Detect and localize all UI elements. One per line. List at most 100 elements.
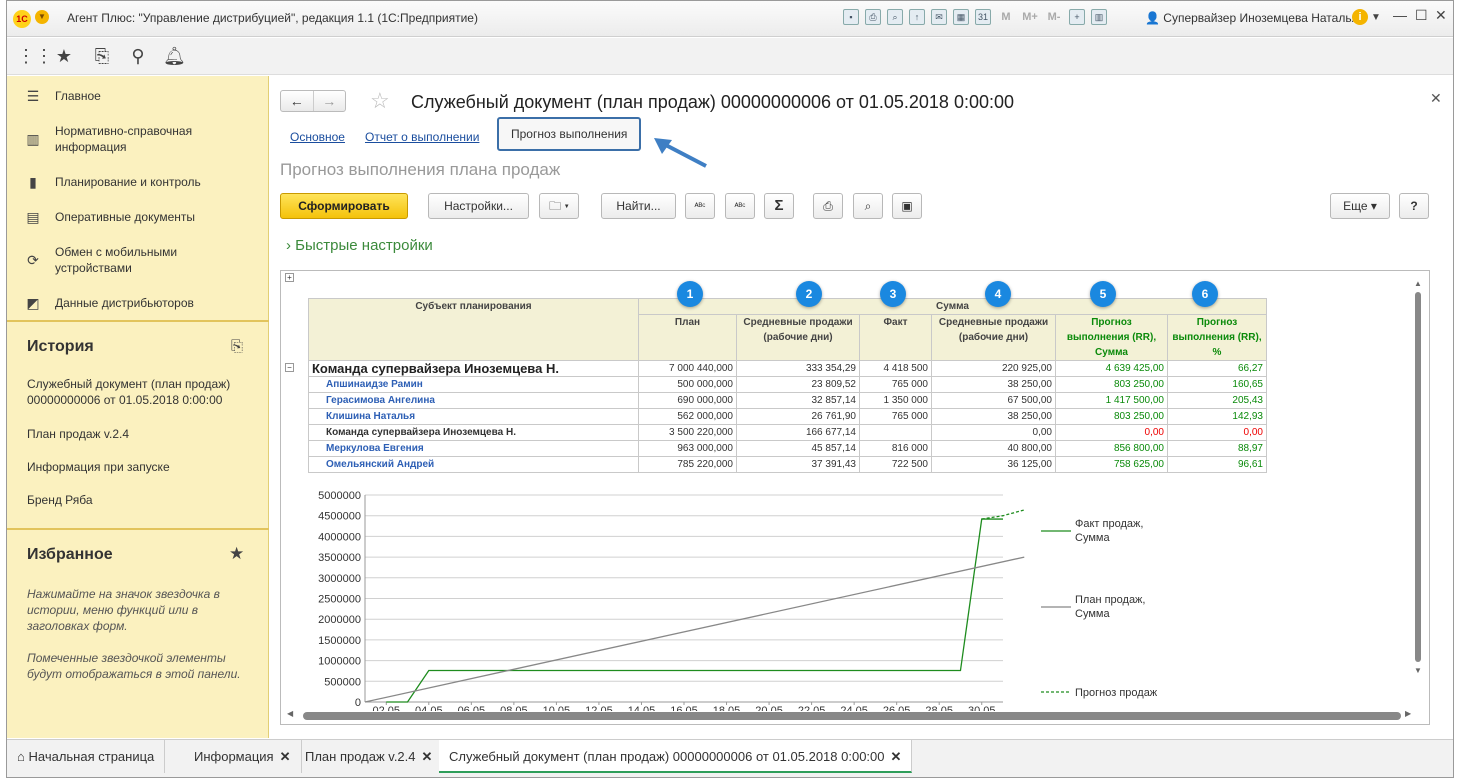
vertical-scroll-thumb[interactable] <box>1415 292 1421 662</box>
app-logo-icon[interactable]: 1С <box>13 10 31 28</box>
print-icon[interactable]: ⎙ <box>865 9 881 25</box>
scroll-right-icon[interactable]: ▶ <box>1405 709 1411 718</box>
save-icon[interactable]: ▣ <box>892 193 922 219</box>
history-item[interactable]: Информация при запуске <box>27 459 257 475</box>
save-icon[interactable]: ▪ <box>843 9 859 25</box>
close-tab-icon[interactable]: ✕ <box>891 749 902 764</box>
sidebar-item-documents[interactable]: Оперативные документы <box>55 209 255 225</box>
memory-plus-button[interactable]: M+ <box>1021 11 1039 23</box>
replace-abc-icon[interactable]: ᴬᴮᶜ <box>725 193 755 219</box>
y-tick-label: 3000000 <box>318 573 361 585</box>
quick-settings-toggle[interactable]: › Быстрые настройки <box>286 237 433 254</box>
x-tick-label: 30.05 <box>968 705 996 711</box>
preview-icon[interactable]: ⌕ <box>853 193 883 219</box>
calendar-icon[interactable]: 31 <box>975 9 991 25</box>
info-icon[interactable]: i <box>1352 9 1368 25</box>
close-tab-icon[interactable]: ✕ <box>422 749 433 764</box>
history-item[interactable]: Служебный документ (план продаж) 0000000… <box>27 376 257 408</box>
sidebar-item-main[interactable]: Главное <box>55 88 255 104</box>
y-tick-label: 4500000 <box>318 511 361 523</box>
find-button[interactable]: Найти... <box>601 193 676 219</box>
tab-report[interactable]: Отчет о выполнении <box>365 130 479 144</box>
forecast-pct-cell: 96,61 <box>1167 456 1267 473</box>
calculator-icon[interactable]: ▦ <box>953 9 969 25</box>
collapse-group-icon[interactable]: − <box>285 363 294 372</box>
bottom-tab-home[interactable]: ⌂ Начальная страница <box>7 740 166 773</box>
forecast-pct-cell: 142,93 <box>1167 408 1267 425</box>
history-item[interactable]: Бренд Ряба <box>27 492 257 508</box>
memory-button[interactable]: M <box>997 11 1015 23</box>
scroll-down-icon[interactable]: ▼ <box>1413 666 1423 675</box>
tab-main[interactable]: Основное <box>290 130 345 144</box>
scroll-up-icon[interactable]: ▲ <box>1413 279 1423 288</box>
help-button[interactable]: ? <box>1399 193 1429 219</box>
search-icon[interactable]: ⚲ <box>127 46 149 67</box>
info-dropdown-icon[interactable]: ▼ <box>1371 12 1381 23</box>
forecast-sum-cell: 803 250,00 <box>1055 376 1168 393</box>
sidebar-item-mobile-exchange[interactable]: Обмен с мобильными устройствами <box>55 244 255 276</box>
y-tick-label: 1500000 <box>318 635 361 647</box>
table-row[interactable]: Клишина Наталья 562 000,000 26 761,90 765 0… <box>308 408 1267 425</box>
bottom-tab-document[interactable]: Служебный документ (план продаж) 0000000… <box>439 740 913 773</box>
sum-button[interactable]: Σ <box>764 193 794 219</box>
notifications-bell-icon[interactable]: 🔔︎ <box>163 46 186 67</box>
print-icon[interactable]: ⎙ <box>813 193 843 219</box>
generate-button[interactable]: Сформировать <box>280 193 408 219</box>
close-form-icon[interactable]: ✕ <box>1430 90 1442 107</box>
table-row[interactable]: Герасимова Ангелина 690 000,000 32 857,14 1… <box>308 392 1267 409</box>
close-tab-icon[interactable]: ✕ <box>280 749 291 764</box>
scroll-left-icon[interactable]: ◀ <box>287 709 293 718</box>
bottom-tab-plan[interactable]: План продаж v.2.4 ✕ <box>295 740 444 773</box>
bottom-tab-info[interactable]: Информация ✕ <box>184 740 302 773</box>
back-arrow-icon[interactable]: ← <box>281 91 313 111</box>
sidebar-item-planning[interactable]: Планирование и контроль <box>55 174 255 190</box>
maximize-icon[interactable]: ☐ <box>1415 7 1428 24</box>
upload-icon[interactable]: ↑ <box>909 9 925 25</box>
table-row[interactable]: Команда супервайзера Иноземцева Н. 7 000 … <box>308 360 1267 377</box>
sidebar-item-catalogs[interactable]: Нормативно-справочная информация <box>55 123 255 155</box>
main-menu-dropdown-icon[interactable]: ▼ <box>35 10 49 24</box>
history-title: История <box>27 338 94 355</box>
forecast-sum-cell: 4 639 425,00 <box>1055 360 1168 377</box>
subject-cell: Герасимова Ангелина <box>308 392 639 409</box>
vertical-scrollbar[interactable]: ▲ ▼ <box>1413 279 1423 699</box>
menu-icon: ☰ <box>26 88 40 104</box>
memory-minus-button[interactable]: M- <box>1045 11 1063 23</box>
user-name[interactable]: 👤 Супервайзер Иноземцева Наталья <box>1145 11 1358 25</box>
tab-forecast[interactable]: Прогноз выполнения <box>497 117 642 151</box>
x-tick-label: 16.05 <box>670 705 698 711</box>
more-button[interactable]: Еще ▾ <box>1330 193 1390 219</box>
table-row[interactable]: Апшинаидзе Рамин 500 000,000 23 809,52 765 … <box>308 376 1267 393</box>
subject-cell: Команда супервайзера Иноземцева Н. <box>308 360 639 377</box>
sidebar-item-distributors[interactable]: Данные дистрибьюторов <box>55 295 255 311</box>
forward-arrow-icon[interactable]: → <box>312 91 346 111</box>
close-window-icon[interactable]: ✕ <box>1435 7 1447 24</box>
subject-cell: Клишина Наталья <box>308 408 639 425</box>
variant-dropdown-button[interactable]: 🗀 ▾ <box>539 193 579 219</box>
minimize-icon[interactable]: — <box>1393 7 1407 23</box>
table-row[interactable]: Меркулова Евгения 963 000,000 45 857,14 816… <box>308 440 1267 457</box>
series-line <box>981 509 1025 520</box>
find-abc-icon[interactable]: ᴬᴮᶜ <box>685 193 715 219</box>
x-tick-label: 08.05 <box>500 705 528 711</box>
section-panel: ⋮⋮ ★ ⎘ ⚲ 🔔︎ <box>7 38 1453 75</box>
history-item[interactable]: План продаж v.2.4 <box>27 426 257 442</box>
settings-button[interactable]: Настройки... <box>428 193 529 219</box>
history-list-icon[interactable]: ⎘ <box>231 338 243 355</box>
expand-all-icon[interactable]: + <box>285 273 294 282</box>
mail-icon[interactable]: ✉ <box>931 9 947 25</box>
table-row[interactable]: Команда супервайзера Иноземцева Н. 3 500 … <box>308 424 1267 441</box>
horizontal-scroll-thumb[interactable] <box>303 712 1401 720</box>
y-tick-label: 3500000 <box>318 552 361 564</box>
panels-icon[interactable]: ▥ <box>1091 9 1107 25</box>
add-favorite-star-icon[interactable]: ☆ <box>370 88 390 114</box>
apps-grid-icon[interactable]: ⋮⋮ <box>17 46 53 67</box>
report-area[interactable]: + − Субъект планирования Сумма План Сред… <box>280 270 1430 725</box>
preview-icon[interactable]: ⌕ <box>887 9 903 25</box>
favorites-star-icon[interactable]: ★ <box>53 46 75 67</box>
legend-label: Прогноз продаж <box>1075 687 1158 699</box>
zoom-icon[interactable]: + <box>1069 9 1085 25</box>
history-icon[interactable]: ⎘ <box>91 46 113 67</box>
table-row[interactable]: Омельянский Андрей 785 220,000 37 391,43 72… <box>308 456 1267 473</box>
forecast-pct-cell: 205,43 <box>1167 392 1267 409</box>
